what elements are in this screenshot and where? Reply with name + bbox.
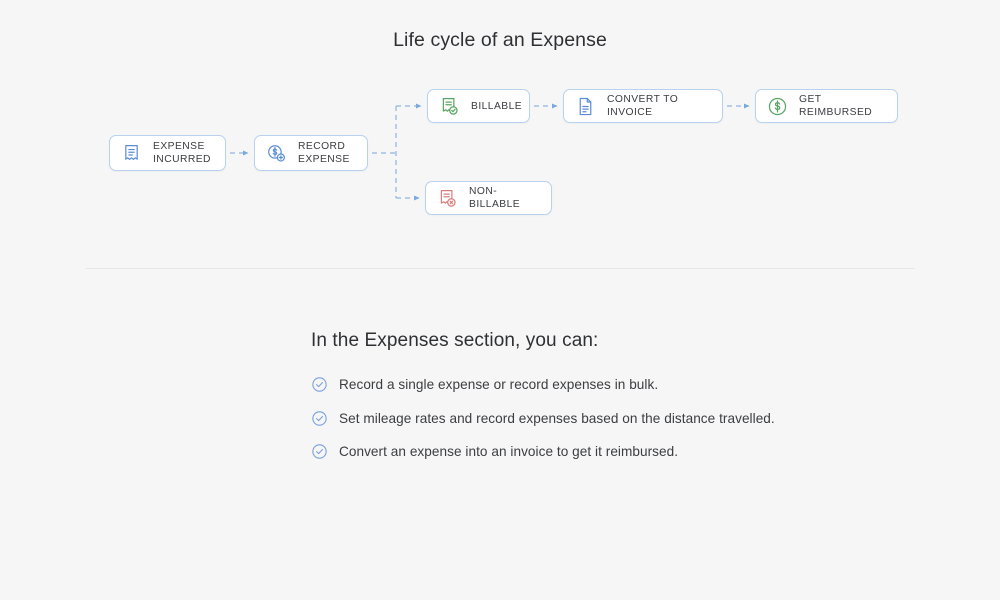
list-item-label: Record a single expense or record expens… bbox=[339, 377, 659, 392]
coin-dollar-add-icon bbox=[268, 144, 285, 162]
flow-node-label: BILLABLE bbox=[471, 100, 523, 112]
dollar-circle-icon bbox=[768, 97, 787, 115]
section-heading: In the Expenses section, you can: bbox=[311, 330, 599, 351]
list-item: Convert an expense into an invoice to ge… bbox=[311, 442, 931, 461]
flow-node-label: CONVERT TO INVOICE bbox=[607, 94, 679, 118]
list-item-label: Set mileage rates and record expenses ba… bbox=[339, 410, 775, 426]
flow-node-label: GET REIMBURSED bbox=[799, 94, 873, 118]
flow-node-label: NON-BILLABLE bbox=[469, 186, 521, 210]
list-item: Record a single expense or record expens… bbox=[311, 375, 931, 394]
expenses-capability-list: Record a single expense or record expens… bbox=[311, 375, 931, 476]
list-item: Set mileage rates and record expenses ba… bbox=[311, 409, 931, 428]
receipt-check-icon bbox=[442, 97, 458, 115]
circle-check-icon bbox=[312, 377, 327, 392]
flow-node-expense-incurred[interactable]: EXPENSE INCURRED bbox=[109, 135, 226, 171]
flow-node-get-reimbursed[interactable]: GET REIMBURSED bbox=[755, 89, 898, 123]
flow-node-label: RECORD EXPENSE bbox=[298, 140, 350, 166]
section-divider bbox=[86, 268, 915, 269]
flow-node-label: EXPENSE INCURRED bbox=[153, 140, 211, 166]
list-item-label: Convert an expense into an invoice to ge… bbox=[339, 444, 679, 459]
circle-check-icon bbox=[312, 444, 327, 459]
document-icon bbox=[579, 97, 592, 115]
flow-node-non-billable[interactable]: NON-BILLABLE bbox=[425, 181, 552, 215]
flow-node-record-expense[interactable]: RECORD EXPENSE bbox=[254, 135, 368, 171]
flow-node-billable[interactable]: BILLABLE bbox=[427, 89, 530, 123]
circle-check-icon bbox=[312, 410, 327, 426]
page-root: Life cycle of an Expense EXPENSE INCURRE… bbox=[0, 0, 1000, 600]
receipt-icon bbox=[125, 144, 138, 160]
receipt-cross-icon bbox=[440, 189, 456, 207]
expense-lifecycle-flow-diagram: EXPENSE INCURRED RECORD EXPENSE BILLABLE… bbox=[0, 0, 1000, 250]
flow-node-convert-to-invoice[interactable]: CONVERT TO INVOICE bbox=[563, 89, 723, 123]
